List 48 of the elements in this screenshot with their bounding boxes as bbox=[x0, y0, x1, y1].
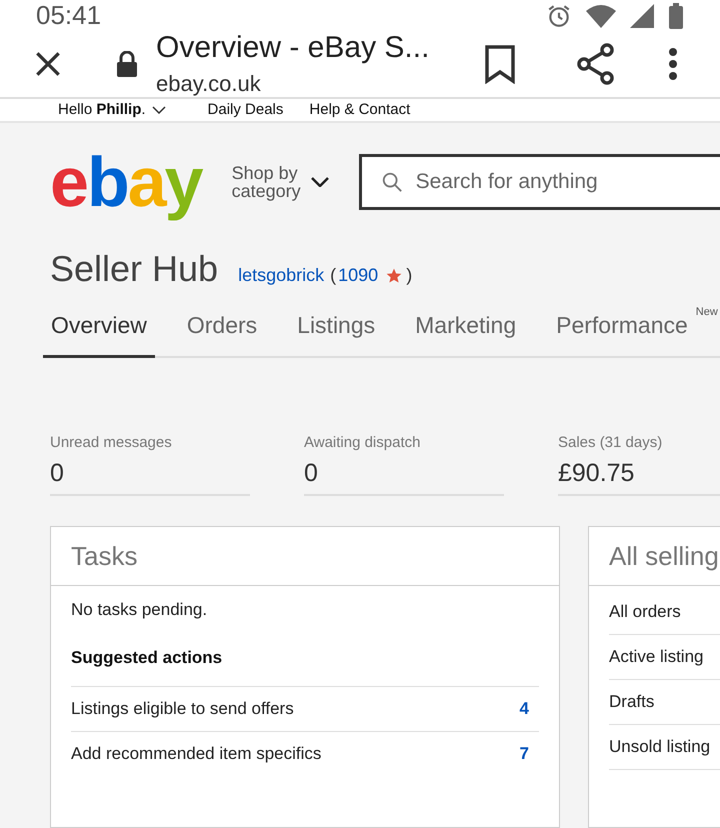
chevron-icon bbox=[310, 177, 329, 188]
account-menu[interactable]: Hello Phillip. bbox=[58, 101, 166, 118]
stat-value: 0 bbox=[304, 459, 319, 488]
action-count[interactable]: 4 bbox=[520, 699, 529, 719]
tab[interactable]: Overview bbox=[43, 304, 155, 358]
nav-link[interactable]: Daily Deals bbox=[208, 101, 284, 118]
tab[interactable]: Listings bbox=[289, 304, 384, 358]
stat-value: 0 bbox=[50, 459, 65, 488]
page-url: ebay.co.uk bbox=[156, 71, 262, 98]
clock-time: 05:41 bbox=[36, 0, 102, 32]
username-link[interactable]: letsgobrick bbox=[238, 265, 324, 286]
selling-link[interactable]: All orders bbox=[609, 590, 720, 635]
action-count[interactable]: 7 bbox=[520, 744, 529, 764]
ebay-logo[interactable]: ebay bbox=[50, 138, 202, 226]
search-field[interactable]: Search for anything bbox=[358, 154, 720, 210]
tab[interactable]: Marketing bbox=[407, 304, 524, 358]
new-label: New bbox=[696, 306, 718, 318]
nav-link[interactable]: Help & Contact bbox=[309, 101, 410, 118]
seller-hub-title: Seller Hub bbox=[50, 248, 218, 290]
stat-label: Unread messages bbox=[50, 434, 173, 451]
selling-link[interactable]: Active listing bbox=[609, 635, 720, 680]
stat-label: Awaiting dispatch bbox=[304, 434, 422, 451]
alarm-icon bbox=[546, 2, 572, 29]
section-heading: Suggested actions bbox=[71, 648, 224, 668]
signal-icon bbox=[630, 4, 654, 28]
paren-text: ) bbox=[406, 265, 412, 286]
category-dropdown[interactable]: Shop by category bbox=[232, 164, 329, 200]
empty-message: No tasks pending. bbox=[71, 600, 208, 620]
selling-link[interactable]: Unsold listing bbox=[609, 725, 720, 770]
action-label: Add recommended item specifics bbox=[71, 744, 322, 764]
action-label: Listings eligible to send offers bbox=[71, 699, 294, 719]
star-icon bbox=[386, 268, 402, 284]
search-icon bbox=[380, 171, 403, 194]
stat-value: £90.75 bbox=[558, 459, 636, 488]
wifi-icon bbox=[586, 4, 616, 28]
paren-text: ( bbox=[330, 265, 336, 286]
tab[interactable]: Performance bbox=[548, 304, 696, 358]
battery-icon bbox=[668, 2, 684, 29]
tab[interactable]: Orders bbox=[178, 304, 266, 358]
chevron-icon bbox=[152, 106, 166, 114]
feedback-score[interactable]: 1090 bbox=[338, 265, 378, 286]
selling-link[interactable]: Drafts bbox=[609, 680, 720, 725]
page-title: Overview - eBay S... bbox=[156, 31, 430, 66]
more-icon bbox=[668, 47, 678, 82]
stat-label: Sales (31 days) bbox=[558, 434, 664, 451]
lock-icon bbox=[116, 51, 138, 78]
card-title: Tasks bbox=[71, 540, 138, 572]
card-title: All selling bbox=[609, 540, 719, 572]
